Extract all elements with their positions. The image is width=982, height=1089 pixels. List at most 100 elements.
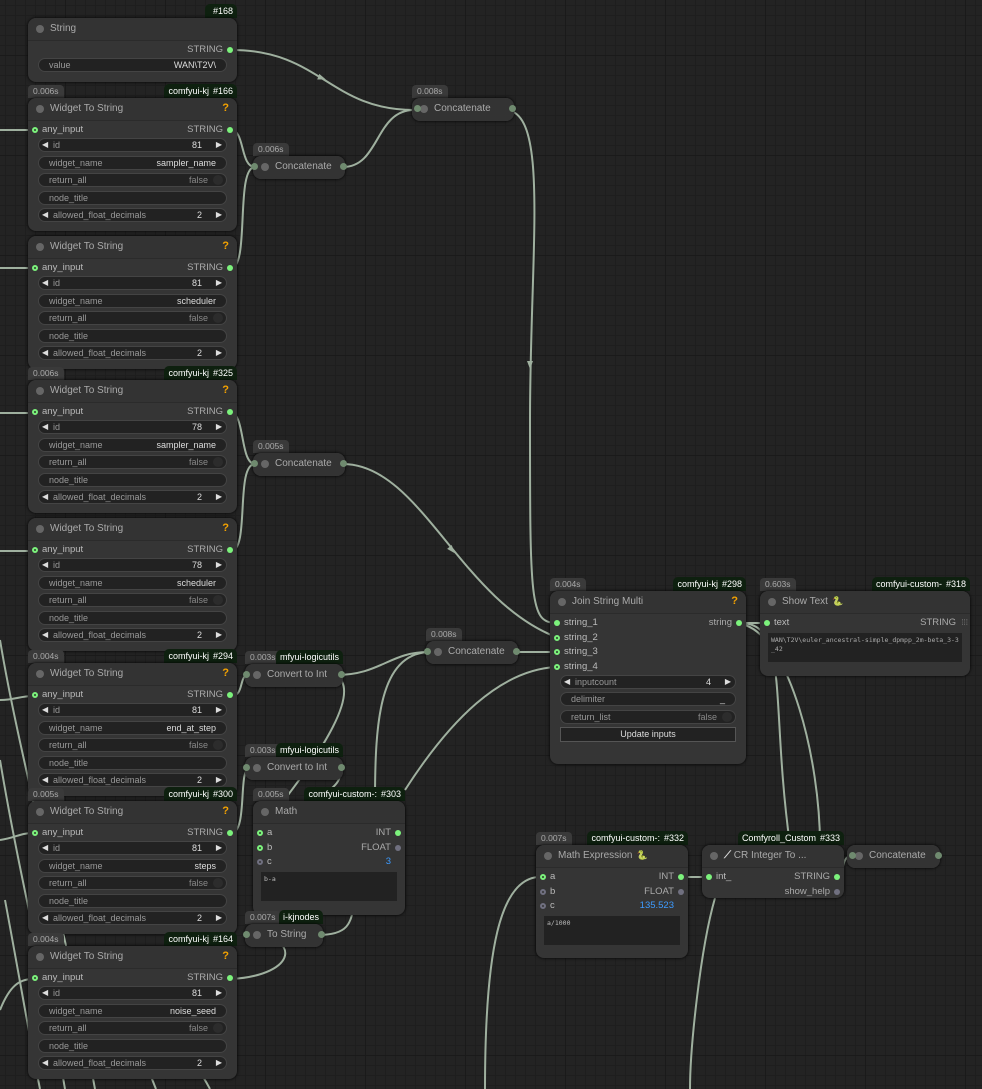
node-widget-to-string[interactable]: Widget To String? any_input STRING ◀ id 81 ▶ wi… xyxy=(28,663,237,796)
input-b-dot[interactable] xyxy=(540,888,546,895)
output-slot-dot[interactable] xyxy=(318,931,325,938)
input-b-dot[interactable] xyxy=(257,844,263,851)
link-wire[interactable] xyxy=(404,666,557,791)
id-stepper[interactable]: ◀ id 81 ▶ xyxy=(38,276,227,290)
return-all-toggle[interactable]: return_all false xyxy=(38,876,227,890)
input-slot-dot[interactable] xyxy=(251,163,258,170)
collapse-toggle-dot[interactable] xyxy=(261,460,269,468)
collapse-toggle-dot[interactable] xyxy=(253,764,261,772)
link-wire[interactable] xyxy=(504,109,557,624)
help-icon[interactable]: ? xyxy=(222,950,229,962)
node-widget-to-string[interactable]: Widget To String? any_input STRING ◀ id 78 ▶ wi… xyxy=(28,380,237,513)
widget-name-field[interactable]: widget_name sampler_name xyxy=(38,155,227,170)
output-slot-dot[interactable] xyxy=(338,764,345,771)
node-title-bar[interactable]: Widget To String? xyxy=(28,236,237,259)
id-stepper[interactable]: ◀ id 81 ▶ xyxy=(38,703,227,717)
expression-textarea[interactable]: a/1000 xyxy=(544,916,680,946)
node-show-text[interactable]: Show Text 🐍 text STRING ⁞⁞⁞ WAN\T2V\euler_anc… xyxy=(760,591,970,676)
node-title-bar[interactable]: Widget To String? xyxy=(28,946,237,969)
node-title-bar[interactable]: Widget To String? xyxy=(28,663,237,686)
node-join-string-multi[interactable]: Join String Multi? string_1 string string_2… xyxy=(550,591,746,764)
node-widget-to-string[interactable]: Widget To String? any_input STRING ◀ id 81 ▶ wi… xyxy=(28,946,237,1079)
id-stepper[interactable]: ◀ id 81 ▶ xyxy=(38,841,227,855)
node-title-bar[interactable]: Widget To String? xyxy=(28,801,237,824)
node-title-bar[interactable]: Concatenate xyxy=(847,845,940,868)
node-string[interactable]: String STRING value WAN\T2V\ xyxy=(28,18,237,82)
input-any-input-dot[interactable] xyxy=(32,975,38,981)
collapse-toggle-dot[interactable] xyxy=(558,598,566,606)
toggle-knob[interactable] xyxy=(213,457,223,467)
node-title-bar[interactable]: Show Text 🐍 xyxy=(760,591,970,614)
input-slot-dot[interactable] xyxy=(414,105,421,112)
node-title-bar[interactable]: String xyxy=(28,18,237,41)
input-any-input-dot[interactable] xyxy=(32,547,38,553)
decrement-arrow-icon[interactable]: ◀ xyxy=(564,676,570,688)
increment-arrow-icon[interactable]: ▶ xyxy=(216,629,222,641)
link-wire[interactable] xyxy=(689,897,716,1089)
allowed-float-decimals-stepper[interactable]: ◀ allowed_float_decimals 2 ▶ xyxy=(38,773,227,787)
output-int-dot[interactable] xyxy=(678,874,684,880)
node-concatenate[interactable]: Concatenate xyxy=(251,453,347,476)
decrement-arrow-icon[interactable]: ◀ xyxy=(42,842,48,854)
node-title-bar[interactable]: Join String Multi? xyxy=(550,591,746,614)
node-title-field[interactable]: node_title xyxy=(38,755,227,770)
allowed-float-decimals-stepper[interactable]: ◀ allowed_float_decimals 2 ▶ xyxy=(38,1056,227,1070)
collapse-toggle-dot[interactable] xyxy=(36,670,44,678)
id-stepper[interactable]: ◀ id 81 ▶ xyxy=(38,986,227,1000)
collapse-toggle-dot[interactable] xyxy=(544,852,552,860)
node-widget-to-string[interactable]: Widget To String? any_input STRING ◀ id 78 ▶ wi… xyxy=(28,518,237,651)
decrement-arrow-icon[interactable]: ◀ xyxy=(42,139,48,151)
expression-textarea[interactable]: b-a xyxy=(261,872,397,902)
collapse-toggle-dot[interactable] xyxy=(261,163,269,171)
node-title-bar[interactable]: Concatenate xyxy=(253,453,345,476)
increment-arrow-icon[interactable]: ▶ xyxy=(216,1057,222,1069)
input-any-input-dot[interactable] xyxy=(32,830,38,836)
collapse-toggle-dot[interactable] xyxy=(36,525,44,533)
node-title-bar[interactable]: To String xyxy=(245,924,323,947)
input-text-dot[interactable] xyxy=(764,620,770,626)
output-float-dot[interactable] xyxy=(678,888,684,895)
output-slot-dot[interactable] xyxy=(340,163,347,170)
decrement-arrow-icon[interactable]: ◀ xyxy=(42,912,48,924)
collapse-toggle-dot[interactable] xyxy=(710,852,718,860)
decrement-arrow-icon[interactable]: ◀ xyxy=(42,277,48,289)
allowed-float-decimals-stepper[interactable]: ◀ allowed_float_decimals 2 ▶ xyxy=(38,628,227,642)
input-int--dot[interactable] xyxy=(706,874,712,880)
output-slot-dot[interactable] xyxy=(513,648,520,655)
collapse-toggle-dot[interactable] xyxy=(855,852,863,860)
input-c-dot[interactable] xyxy=(540,903,546,910)
node-convert-to-int[interactable]: Convert to Int xyxy=(243,664,345,687)
increment-arrow-icon[interactable]: ▶ xyxy=(216,421,222,433)
node-title-bar[interactable]: Math xyxy=(253,801,405,824)
increment-arrow-icon[interactable]: ▶ xyxy=(216,987,222,999)
collapse-toggle-dot[interactable] xyxy=(253,671,261,679)
allowed-float-decimals-stepper[interactable]: ◀ allowed_float_decimals 2 ▶ xyxy=(38,346,227,360)
decrement-arrow-icon[interactable]: ◀ xyxy=(42,491,48,503)
node-math[interactable]: Math a INT b FLOAT c 3 b-a xyxy=(253,801,405,915)
toggle-knob[interactable] xyxy=(213,595,223,605)
value-field[interactable]: value WAN\T2V\ xyxy=(38,58,227,72)
widget-name-field[interactable]: widget_name end_at_step xyxy=(38,720,227,735)
widget-name-field[interactable]: widget_name sampler_name xyxy=(38,437,227,452)
node-widget-to-string[interactable]: Widget To String? any_input STRING ◀ id 81 ▶ wi… xyxy=(28,236,237,369)
output-slot-dot[interactable] xyxy=(935,852,942,859)
allowed-float-decimals-stepper[interactable]: ◀ allowed_float_decimals 2 ▶ xyxy=(38,911,227,925)
toggle-knob[interactable] xyxy=(213,740,223,750)
node-cr-integer-to[interactable]: ⟋ CR Integer To ... int_ STRING show_help xyxy=(702,845,844,898)
output-string-dot[interactable] xyxy=(227,47,233,53)
allowed-float-decimals-stepper[interactable]: ◀ allowed_float_decimals 2 ▶ xyxy=(38,208,227,222)
return-all-toggle[interactable]: return_all false xyxy=(38,1021,227,1035)
node-widget-to-string[interactable]: Widget To String? any_input STRING ◀ id 81 ▶ wi… xyxy=(28,98,237,231)
increment-arrow-icon[interactable]: ▶ xyxy=(216,912,222,924)
node-title-field[interactable]: node_title xyxy=(38,190,227,205)
increment-arrow-icon[interactable]: ▶ xyxy=(216,774,222,786)
return-all-toggle[interactable]: return_all false xyxy=(38,455,227,469)
output-float-dot[interactable] xyxy=(395,844,401,851)
output-string-dot[interactable] xyxy=(834,874,840,880)
node-title-bar[interactable]: Widget To String? xyxy=(28,98,237,121)
toggle-knob[interactable] xyxy=(213,1023,223,1033)
increment-arrow-icon[interactable]: ▶ xyxy=(216,704,222,716)
collapse-toggle-dot[interactable] xyxy=(36,105,44,113)
input-slot-dot[interactable] xyxy=(243,671,250,678)
output-string-dot[interactable] xyxy=(227,692,233,698)
